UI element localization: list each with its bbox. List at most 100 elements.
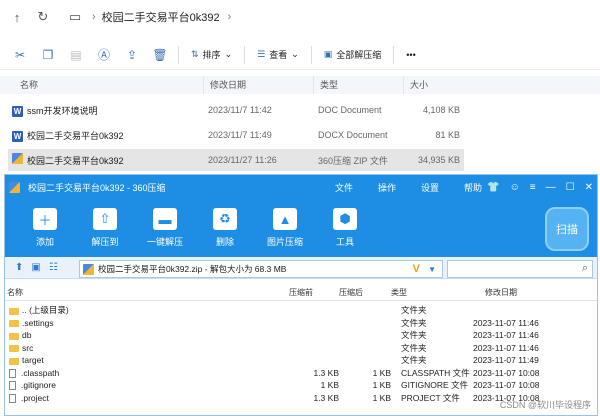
item-name: src bbox=[22, 342, 34, 353]
item-after: 1 KB bbox=[372, 367, 391, 378]
file-type: 360压缩 ZIP 文件 bbox=[318, 155, 388, 166]
item-type: CLASSPATH 文件 bbox=[401, 367, 470, 378]
menu-file[interactable]: 文件 bbox=[335, 181, 353, 194]
sort-button[interactable]: ⇅ 排序 ⌄ bbox=[183, 42, 240, 68]
view-label: 查看 bbox=[269, 50, 288, 60]
divider bbox=[244, 45, 246, 64]
more-button[interactable]: ••• bbox=[398, 42, 423, 68]
col-type[interactable]: 类型 bbox=[314, 76, 404, 94]
breadcrumb[interactable]: 校园二手交易平台0k392 bbox=[102, 9, 220, 25]
feedback-icon[interactable]: ☺ bbox=[510, 182, 520, 193]
dropdown-icon[interactable]: ▼ bbox=[428, 265, 436, 274]
file-icon bbox=[9, 393, 16, 403]
image-icon: ▲ bbox=[273, 208, 297, 230]
maximize-icon[interactable]: ☐ bbox=[566, 182, 575, 193]
view-button[interactable]: ☰ 查看 ⌄ bbox=[249, 42, 307, 68]
view-mode-icon[interactable]: ▣ bbox=[31, 262, 40, 273]
item-date: 2023-11-07 10:08 bbox=[473, 367, 540, 378]
file-row[interactable]: Wssm开发环境说明 2023/11/7 11:42 DOC Document … bbox=[8, 99, 464, 121]
extract-icon: ▣ bbox=[323, 49, 333, 59]
recycle-icon: ♻ bbox=[213, 208, 237, 230]
item-before: 1 KB bbox=[320, 380, 339, 391]
minimize-icon[interactable]: — bbox=[546, 182, 556, 193]
file-size: 81 KB bbox=[435, 130, 460, 140]
delete-icon[interactable]: 🗑 bbox=[146, 42, 174, 68]
col-type[interactable]: 类型 bbox=[391, 287, 485, 300]
col-date[interactable]: 修改日期 bbox=[204, 76, 314, 94]
col-name[interactable]: 名称 bbox=[5, 287, 289, 300]
add-icon: ＋ bbox=[33, 208, 57, 230]
file-size: 4,108 KB bbox=[422, 105, 460, 115]
skin-icon[interactable]: 👕 bbox=[487, 182, 499, 193]
list-item[interactable]: .settings 文件夹 2023-11-07 11:46 bbox=[5, 317, 597, 330]
rename-icon[interactable]: Ⓐ bbox=[90, 42, 118, 68]
file-date: 2023/11/7 11:49 bbox=[208, 130, 272, 140]
extract-all-button[interactable]: ▣ 全部解压缩 bbox=[316, 42, 390, 68]
command-bar: ✂ ❐ ▤ Ⓐ ⇪ 🗑 ⇅ 排序 ⌄ ☰ 查看 ⌄ ▣ 全部解压缩 ••• bbox=[0, 40, 600, 70]
list-item[interactable]: .classpath 1.3 KB 1 KB CLASSPATH 文件 2023… bbox=[5, 367, 597, 380]
up-arrow-icon[interactable]: ⬆ bbox=[15, 262, 23, 273]
menu-help[interactable]: 帮助 bbox=[464, 181, 482, 194]
scan-button[interactable]: 扫描 bbox=[545, 207, 589, 251]
col-size[interactable]: 大小 bbox=[404, 76, 464, 94]
list-item[interactable]: .. (上级目录) 文件夹 bbox=[5, 304, 597, 317]
file-explorer: ↑ ↻ ▭ › 校园二手交易平台0k392 › ✂ ❐ ▤ Ⓐ ⇪ 🗑 ⇅ 排序 ⌄… bbox=[0, 0, 600, 171]
share-icon[interactable]: ⇪ bbox=[118, 42, 146, 68]
list-item[interactable]: target 文件夹 2023-11-07 11:49 bbox=[5, 354, 597, 367]
item-name: target bbox=[22, 355, 44, 366]
close-icon[interactable]: ✕ bbox=[585, 182, 593, 193]
chevron-right-icon[interactable]: › bbox=[228, 11, 232, 23]
file-name: 校园二手交易平台0k392 bbox=[27, 130, 124, 141]
refresh-icon[interactable]: ↻ bbox=[34, 8, 52, 26]
col-before[interactable]: 压缩前 bbox=[289, 287, 339, 300]
file-date: 2023/11/7 11:42 bbox=[208, 105, 272, 115]
item-type: 文件夹 bbox=[401, 355, 427, 366]
delete-button[interactable]: ♻ 删除 bbox=[195, 199, 255, 257]
monitor-icon[interactable]: ▭ bbox=[66, 8, 84, 26]
file-type: DOC Document bbox=[318, 105, 382, 115]
zip-menu: 文件 操作 设置 帮助 bbox=[335, 175, 482, 199]
item-type: 文件夹 bbox=[401, 305, 427, 316]
image-compress-label: 图片压缩 bbox=[266, 237, 303, 247]
add-label: 添加 bbox=[35, 237, 54, 247]
image-compress-button[interactable]: ▲ 图片压缩 bbox=[255, 199, 315, 257]
list-mode-icon[interactable]: ☷ bbox=[49, 262, 58, 273]
file-row-selected[interactable]: 校园二手交易平台0k392 2023/11/27 11:26 360压缩 ZIP… bbox=[8, 149, 464, 171]
paste-icon[interactable]: ▤ bbox=[62, 42, 90, 68]
cut-icon[interactable]: ✂ bbox=[6, 42, 34, 68]
copy-icon[interactable]: ❐ bbox=[34, 42, 62, 68]
tools-button[interactable]: ⬢ 工具 bbox=[315, 199, 375, 257]
col-after[interactable]: 压缩后 bbox=[339, 287, 391, 300]
path-text: 校园二手交易平台0k392.zip - 解包大小为 68.3 MB bbox=[98, 264, 287, 274]
one-click-extract-button[interactable]: ▬ 一键解压 bbox=[135, 199, 195, 257]
list-item[interactable]: src 文件夹 2023-11-07 11:46 bbox=[5, 342, 597, 355]
menu-settings[interactable]: 设置 bbox=[421, 181, 439, 194]
list-item[interactable]: db 文件夹 2023-11-07 11:46 bbox=[5, 329, 597, 342]
one-click-extract-icon: ▬ bbox=[153, 208, 177, 230]
add-button[interactable]: ＋ 添加 bbox=[15, 199, 75, 257]
item-name: .classpath bbox=[21, 367, 60, 378]
search-input[interactable]: ⌕ bbox=[447, 260, 593, 278]
file-name: 校园二手交易平台0k392 bbox=[27, 156, 124, 166]
item-type: PROJECT 文件 bbox=[401, 392, 460, 403]
nav-row: ↑ ↻ ▭ › 校园二手交易平台0k392 › bbox=[0, 0, 600, 34]
folder-icon bbox=[9, 307, 19, 315]
search-icon[interactable]: ⌕ bbox=[582, 262, 588, 275]
col-name[interactable]: 名称 bbox=[0, 76, 204, 94]
item-name: .gitignore bbox=[21, 380, 56, 391]
col-date[interactable]: 修改日期 bbox=[485, 287, 565, 300]
item-name: .project bbox=[21, 392, 49, 403]
up-arrow-icon[interactable]: ↑ bbox=[8, 8, 26, 26]
file-row[interactable]: W 校园二手交易平台0k392 2023/11/7 11:49 DOCX Docu… bbox=[8, 124, 464, 146]
item-after: 1 KB bbox=[372, 392, 391, 403]
menu-operate[interactable]: 操作 bbox=[378, 181, 396, 194]
list-item[interactable]: .gitignore 1 KB 1 KB GITIGNORE 文件 2023-1… bbox=[5, 379, 597, 392]
divider bbox=[178, 45, 179, 64]
item-name: .settings bbox=[22, 317, 54, 328]
path-field[interactable]: 校园二手交易平台0k392.zip - 解包大小为 68.3 MB V ▼ bbox=[79, 260, 443, 278]
column-header: 名称 修改日期 类型 大小 bbox=[0, 76, 600, 94]
zip-app-icon bbox=[9, 181, 20, 193]
extract-to-button[interactable]: ⇧ 解压到 bbox=[75, 199, 135, 257]
menu-icon[interactable]: ≡ bbox=[530, 182, 536, 193]
one-click-extract-label: 一键解压 bbox=[146, 237, 183, 247]
